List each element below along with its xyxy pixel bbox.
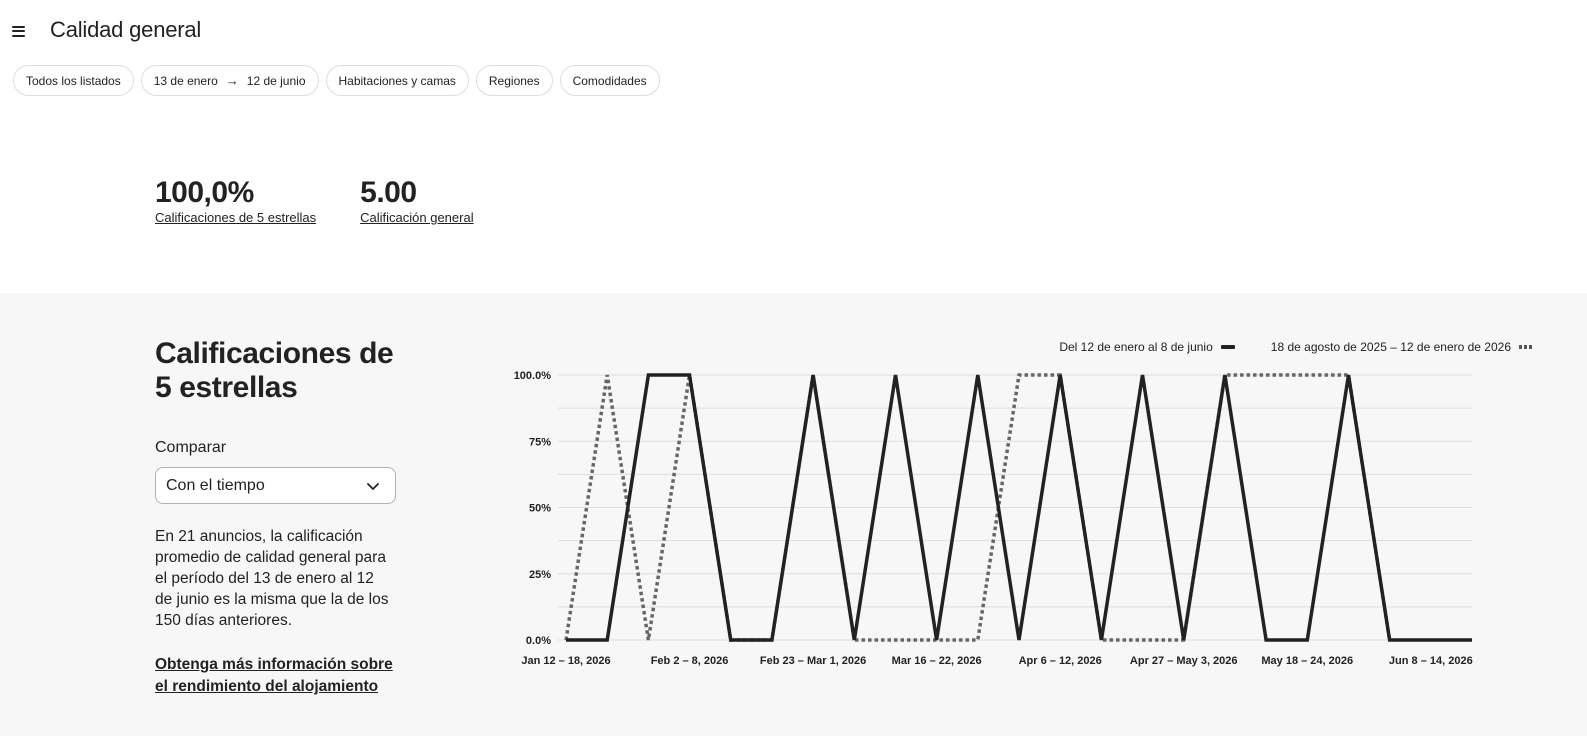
date-from-label: 13 de enero xyxy=(153,73,218,88)
x-tick-label: Jun 8 – 14, 2026 xyxy=(1389,655,1473,667)
y-tick-label: 50% xyxy=(529,503,551,515)
kpi-five-star-value: 100,0% xyxy=(155,176,254,209)
y-tick-label: 75% xyxy=(529,436,551,448)
compare-select[interactable]: Con el tiempo xyxy=(155,467,396,504)
filter-regions[interactable]: Regiones xyxy=(475,65,553,96)
filter-regions-label: Regiones xyxy=(488,73,540,88)
page-title: Calidad general xyxy=(50,17,202,42)
five-star-chart: Del 12 de enero al 8 de junio 18 de agos… xyxy=(500,293,1560,736)
section-description: En 21 anuncios, la calificación promedio… xyxy=(155,528,389,629)
filter-amenities-label: Comodidades xyxy=(572,73,647,88)
x-tick-label: Feb 2 – 8, 2026 xyxy=(651,655,729,667)
compare-label: Comparar xyxy=(155,439,227,456)
date-to-label: 12 de junio xyxy=(246,73,306,88)
filter-all-listings[interactable]: Todos los listados xyxy=(13,65,134,96)
y-tick-label: 25% xyxy=(529,569,551,581)
hamburger-menu-icon[interactable] xyxy=(12,22,30,40)
filter-amenities[interactable]: Comodidades xyxy=(559,65,660,96)
kpi-overall-link[interactable]: Calificación general xyxy=(360,210,473,225)
x-tick-label: Mar 16 – 22, 2026 xyxy=(892,655,982,667)
five-star-section: Calificaciones de 5 estrellas Comparar C… xyxy=(0,293,1587,736)
kpi-summary: 100,0% Calificaciones de 5 estrellas 5.0… xyxy=(155,176,474,225)
kpi-overall: 5.00 Calificación general xyxy=(360,176,473,225)
chart-plot: 0.0% 25% 50% 75% 100.0% Jan 12 – 18, 2026 Feb … xyxy=(514,370,1473,667)
kpi-five-star: 100,0% Calificaciones de 5 estrellas xyxy=(155,176,316,225)
x-tick-label: Apr 6 – 12, 2026 xyxy=(1019,655,1102,667)
arrow-right-icon: → xyxy=(225,73,239,88)
chevron-down-icon xyxy=(367,482,379,490)
compare-selected-value: Con el tiempo xyxy=(166,476,265,494)
filter-date-range[interactable]: 13 de enero → 12 de junio xyxy=(140,65,319,96)
section-title: Calificaciones de 5 estrellas xyxy=(155,337,394,404)
y-tick-label: 0.0% xyxy=(526,635,551,647)
y-tick-label: 100.0% xyxy=(514,370,552,382)
filter-all-listings-label: Todos los listados xyxy=(26,73,121,88)
filter-rooms-label: Habitaciones y camas xyxy=(338,73,456,88)
x-tick-label: Feb 23 – Mar 1, 2026 xyxy=(760,655,866,667)
x-tick-label: Jan 12 – 18, 2026 xyxy=(521,655,610,667)
x-tick-label: May 18 – 24, 2026 xyxy=(1261,655,1353,667)
kpi-overall-value: 5.00 xyxy=(360,176,417,209)
filter-rooms-beds[interactable]: Habitaciones y camas xyxy=(325,65,469,96)
x-tick-label: Apr 27 – May 3, 2026 xyxy=(1130,655,1238,667)
header: Calidad general xyxy=(0,0,1587,60)
kpi-five-star-link[interactable]: Calificaciones de 5 estrellas xyxy=(155,210,316,225)
learn-more-link[interactable]: Obtenga más información sobre el rendimi… xyxy=(155,654,405,698)
filter-bar: Todos los listados 13 de enero → 12 de j… xyxy=(13,65,660,96)
